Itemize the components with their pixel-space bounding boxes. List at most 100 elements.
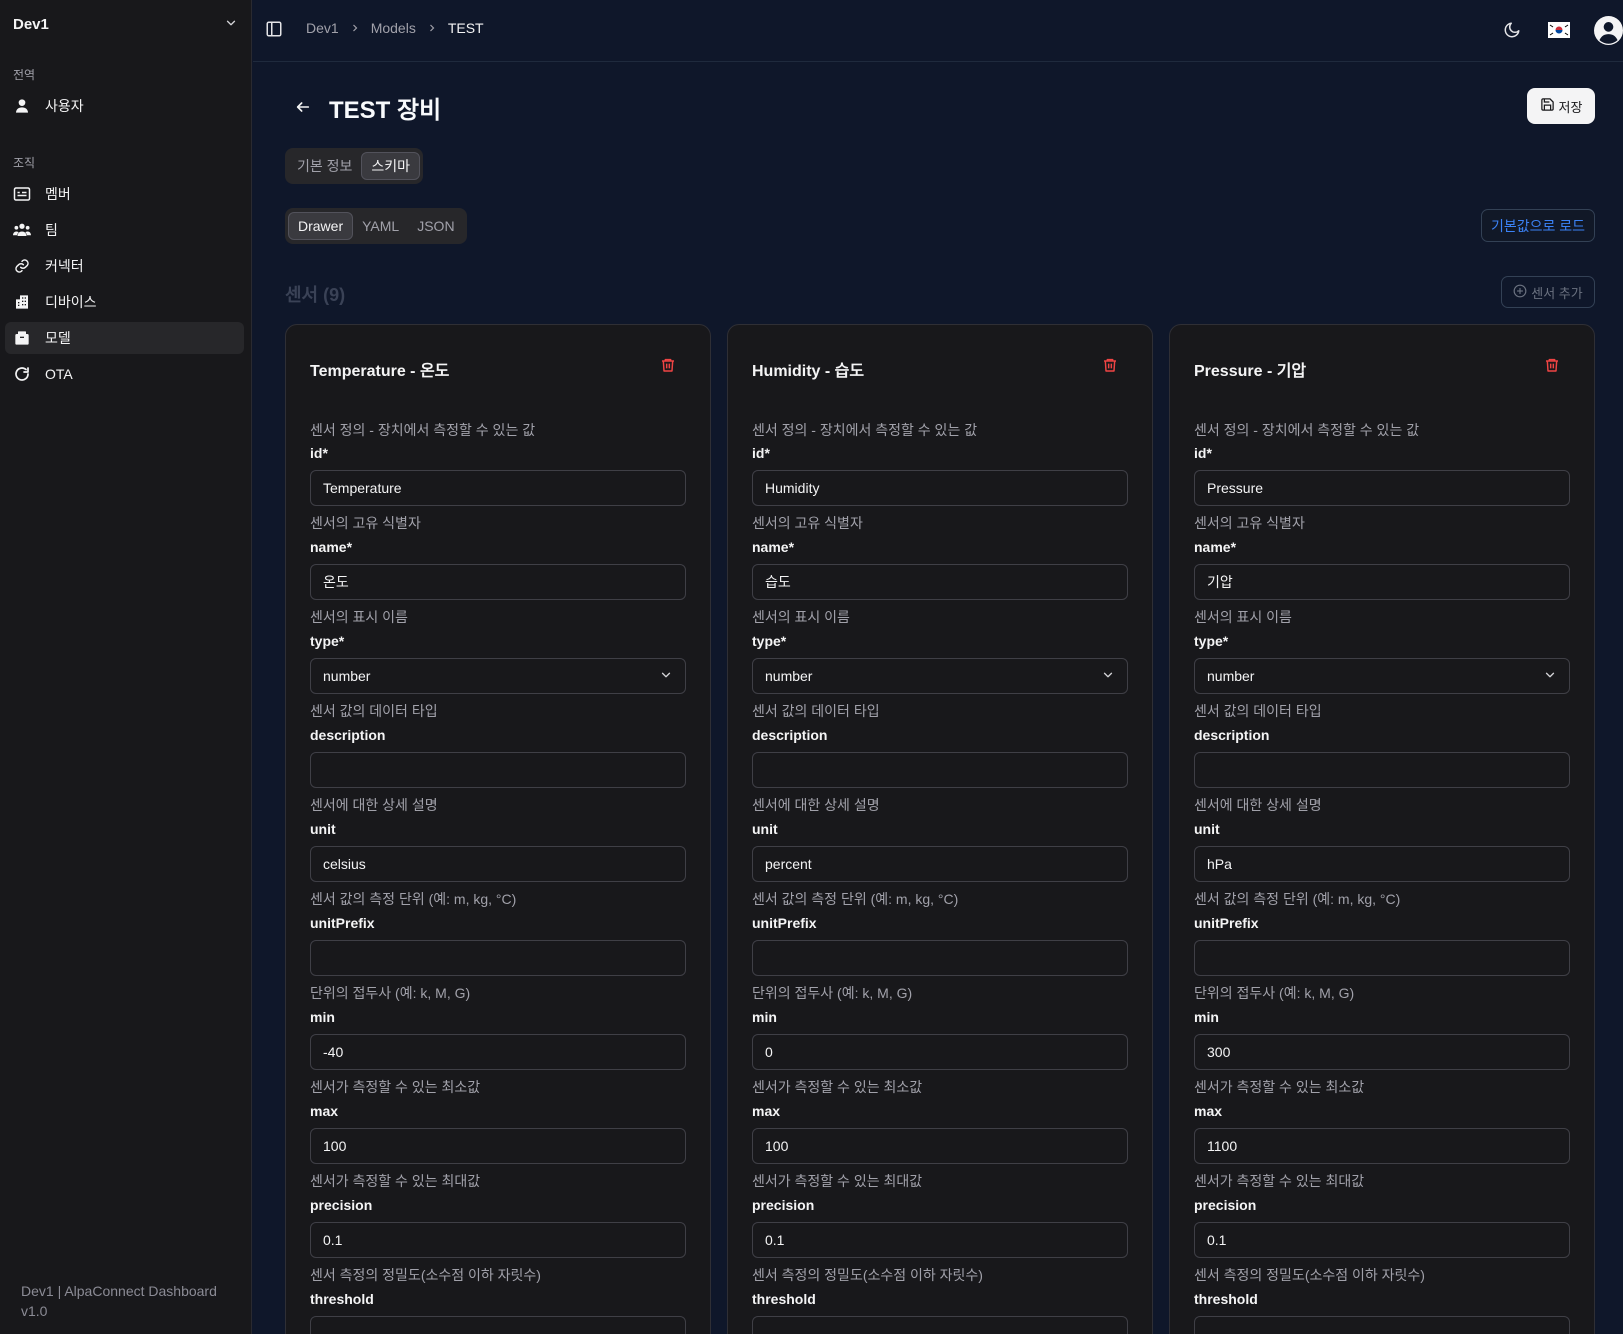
moon-icon[interactable] [1500, 18, 1524, 42]
id-help: 센서의 고유 식별자 [752, 515, 863, 531]
breadcrumb-workspace[interactable]: Dev1 [306, 20, 339, 36]
sensor-card: Temperature - 온도 센서 정의 - 장치에서 측정할 수 있는 값… [285, 324, 711, 1334]
precision-field[interactable] [310, 1222, 686, 1258]
name-help: 센서의 표시 이름 [310, 609, 408, 625]
avatar[interactable] [1594, 15, 1623, 45]
name-label: name* [310, 539, 353, 555]
section-label-global: 전역 [13, 68, 36, 82]
precision-field[interactable] [1194, 1222, 1570, 1258]
korean-flag-icon[interactable] [1547, 18, 1571, 42]
breadcrumb-current: TEST [447, 20, 484, 36]
id-label: id* [752, 445, 770, 461]
sidebar-item-label: OTA [45, 366, 73, 382]
max-field[interactable] [752, 1128, 1128, 1164]
sidebar-item-members[interactable]: 멤버 [5, 178, 244, 210]
threshold-label: threshold [752, 1291, 816, 1307]
min-field[interactable] [1194, 1034, 1570, 1070]
description-field[interactable] [1194, 752, 1570, 788]
unit-field[interactable] [1194, 846, 1570, 882]
sidebar-item-label: 커넥터 [45, 258, 84, 274]
unit-help: 센서 값의 측정 단위 (예: m, kg, °C) [752, 891, 959, 907]
name-field[interactable] [310, 564, 686, 600]
id-field[interactable] [752, 470, 1128, 506]
max-field[interactable] [310, 1128, 686, 1164]
type-select-value: number [323, 668, 371, 684]
type-select[interactable]: number [310, 658, 686, 694]
unit-label: unit [310, 821, 336, 837]
precision-help: 센서 측정의 정밀도(소수점 이하 자릿수) [752, 1267, 983, 1283]
max-label: max [752, 1103, 781, 1119]
min-field[interactable] [752, 1034, 1128, 1070]
footer-version: v1.0 [21, 1303, 48, 1319]
refresh-icon [13, 365, 31, 383]
sensor-card-title: Temperature - 온도 [310, 363, 450, 380]
threshold-field[interactable] [310, 1316, 686, 1334]
id-card-icon [13, 185, 31, 203]
type-select[interactable]: number [752, 658, 1128, 694]
min-field[interactable] [310, 1034, 686, 1070]
unit-field[interactable] [310, 846, 686, 882]
precision-help: 센서 측정의 정밀도(소수점 이하 자릿수) [1194, 1267, 1425, 1283]
name-help: 센서의 표시 이름 [752, 609, 850, 625]
unit-label: unit [1194, 821, 1220, 837]
name-field[interactable] [1194, 564, 1570, 600]
tab-schema[interactable]: 스키마 [361, 152, 421, 180]
sidebar-item-users[interactable]: 사용자 [5, 90, 244, 122]
tab-basic-info[interactable]: 기본 정보 [288, 152, 361, 180]
description-label: description [752, 727, 828, 743]
unit-prefix-label: unitPrefix [1194, 915, 1259, 931]
sensor-definition-caption: 센서 정의 - 장치에서 측정할 수 있는 값 [1194, 422, 1420, 438]
threshold-field[interactable] [1194, 1316, 1570, 1334]
add-sensor-button[interactable]: 센서 추가 [1501, 276, 1595, 308]
sidebar-item-teams[interactable]: 팀 [5, 214, 244, 246]
sidebar-item-models[interactable]: 모델 [5, 322, 244, 354]
sidebar-item-label: 멤버 [45, 186, 71, 202]
breadcrumb-models[interactable]: Models [371, 20, 416, 36]
sidebar-item-devices[interactable]: 디바이스 [5, 286, 244, 318]
arrow-left-icon[interactable] [292, 96, 314, 118]
trash-icon[interactable] [1544, 357, 1560, 373]
trash-icon[interactable] [1102, 357, 1118, 373]
id-field[interactable] [310, 470, 686, 506]
tab-yaml[interactable]: YAML [353, 212, 408, 240]
page-title: TEST 장비 [329, 97, 442, 124]
name-field[interactable] [752, 564, 1128, 600]
sidebar-item-connectors[interactable]: 커넥터 [5, 250, 244, 282]
type-select-value: number [1207, 668, 1255, 684]
unit-prefix-field[interactable] [310, 940, 686, 976]
max-field[interactable] [1194, 1128, 1570, 1164]
load-default-button[interactable]: 기본값으로 로드 [1481, 209, 1595, 242]
unit-prefix-field[interactable] [1194, 940, 1570, 976]
unit-field[interactable] [752, 846, 1128, 882]
id-help: 센서의 고유 식별자 [310, 515, 421, 531]
min-label: min [1194, 1009, 1219, 1025]
unit-prefix-label: unitPrefix [752, 915, 817, 931]
max-help: 센서가 측정할 수 있는 최대값 [752, 1173, 923, 1189]
top-bar: Dev1 Models TEST [253, 0, 1623, 62]
sidebar-item-ota[interactable]: OTA [5, 358, 244, 390]
precision-field[interactable] [752, 1222, 1128, 1258]
id-label: id* [310, 445, 328, 461]
save-button[interactable]: 저장 [1527, 88, 1595, 124]
trash-icon[interactable] [660, 357, 676, 373]
sensor-card: Pressure - 기압 센서 정의 - 장치에서 측정할 수 있는 값 id… [1169, 324, 1595, 1334]
id-label: id* [1194, 445, 1212, 461]
sensor-card-title: Pressure - 기압 [1194, 363, 1307, 380]
add-sensor-label: 센서 추가 [1531, 285, 1583, 301]
description-help: 센서에 대한 상세 설명 [752, 797, 880, 813]
threshold-field[interactable] [752, 1316, 1128, 1334]
description-field[interactable] [310, 752, 686, 788]
type-select[interactable]: number [1194, 658, 1570, 694]
tab-json[interactable]: JSON [408, 212, 463, 240]
unit-prefix-help: 단위의 접두사 (예: k, M, G) [1194, 985, 1355, 1001]
footer-app-name: Dev1 | AlpaConnect Dashboard [21, 1283, 217, 1299]
unit-prefix-help: 단위의 접두사 (예: k, M, G) [752, 985, 913, 1001]
unit-prefix-field[interactable] [752, 940, 1128, 976]
id-field[interactable] [1194, 470, 1570, 506]
tab-drawer[interactable]: Drawer [288, 212, 354, 240]
workspace-switcher[interactable]: Dev1 [0, 0, 252, 48]
name-help: 센서의 표시 이름 [1194, 609, 1292, 625]
description-field[interactable] [752, 752, 1128, 788]
sidebar-toggle-icon[interactable] [265, 20, 285, 40]
box-icon [13, 329, 31, 347]
